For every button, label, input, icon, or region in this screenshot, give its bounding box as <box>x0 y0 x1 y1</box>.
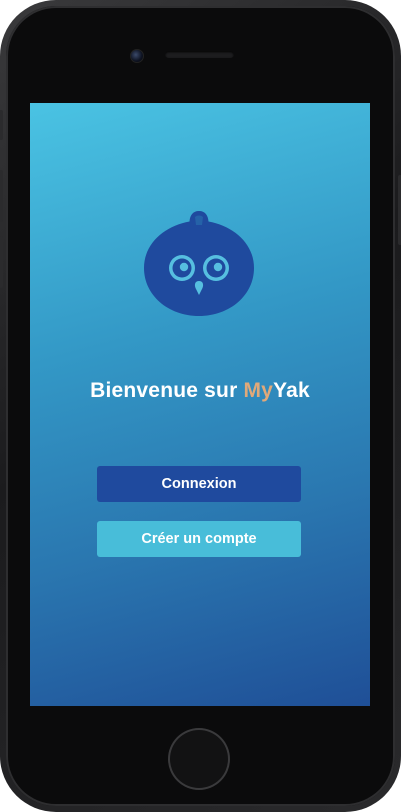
front-camera <box>130 49 144 63</box>
create-account-button[interactable]: Créer un compte <box>97 521 301 557</box>
volume-down-button <box>0 236 3 288</box>
welcome-prefix: Bienvenue sur <box>90 379 244 402</box>
volume-up-button <box>0 170 3 222</box>
yak-owl-logo-icon <box>144 211 254 316</box>
brand-name-yak: Yak <box>273 379 310 402</box>
brand-name-my: My <box>243 379 274 402</box>
mute-switch <box>0 110 3 140</box>
login-button[interactable]: Connexion <box>97 466 301 502</box>
app-screen: Bienvenue sur MyYak Connexion Créer un c… <box>30 103 370 706</box>
home-button[interactable] <box>168 728 230 790</box>
earpiece-speaker <box>165 51 234 58</box>
welcome-title: Bienvenue sur MyYak <box>30 379 370 403</box>
phone-frame: Bienvenue sur MyYak Connexion Créer un c… <box>0 0 401 812</box>
